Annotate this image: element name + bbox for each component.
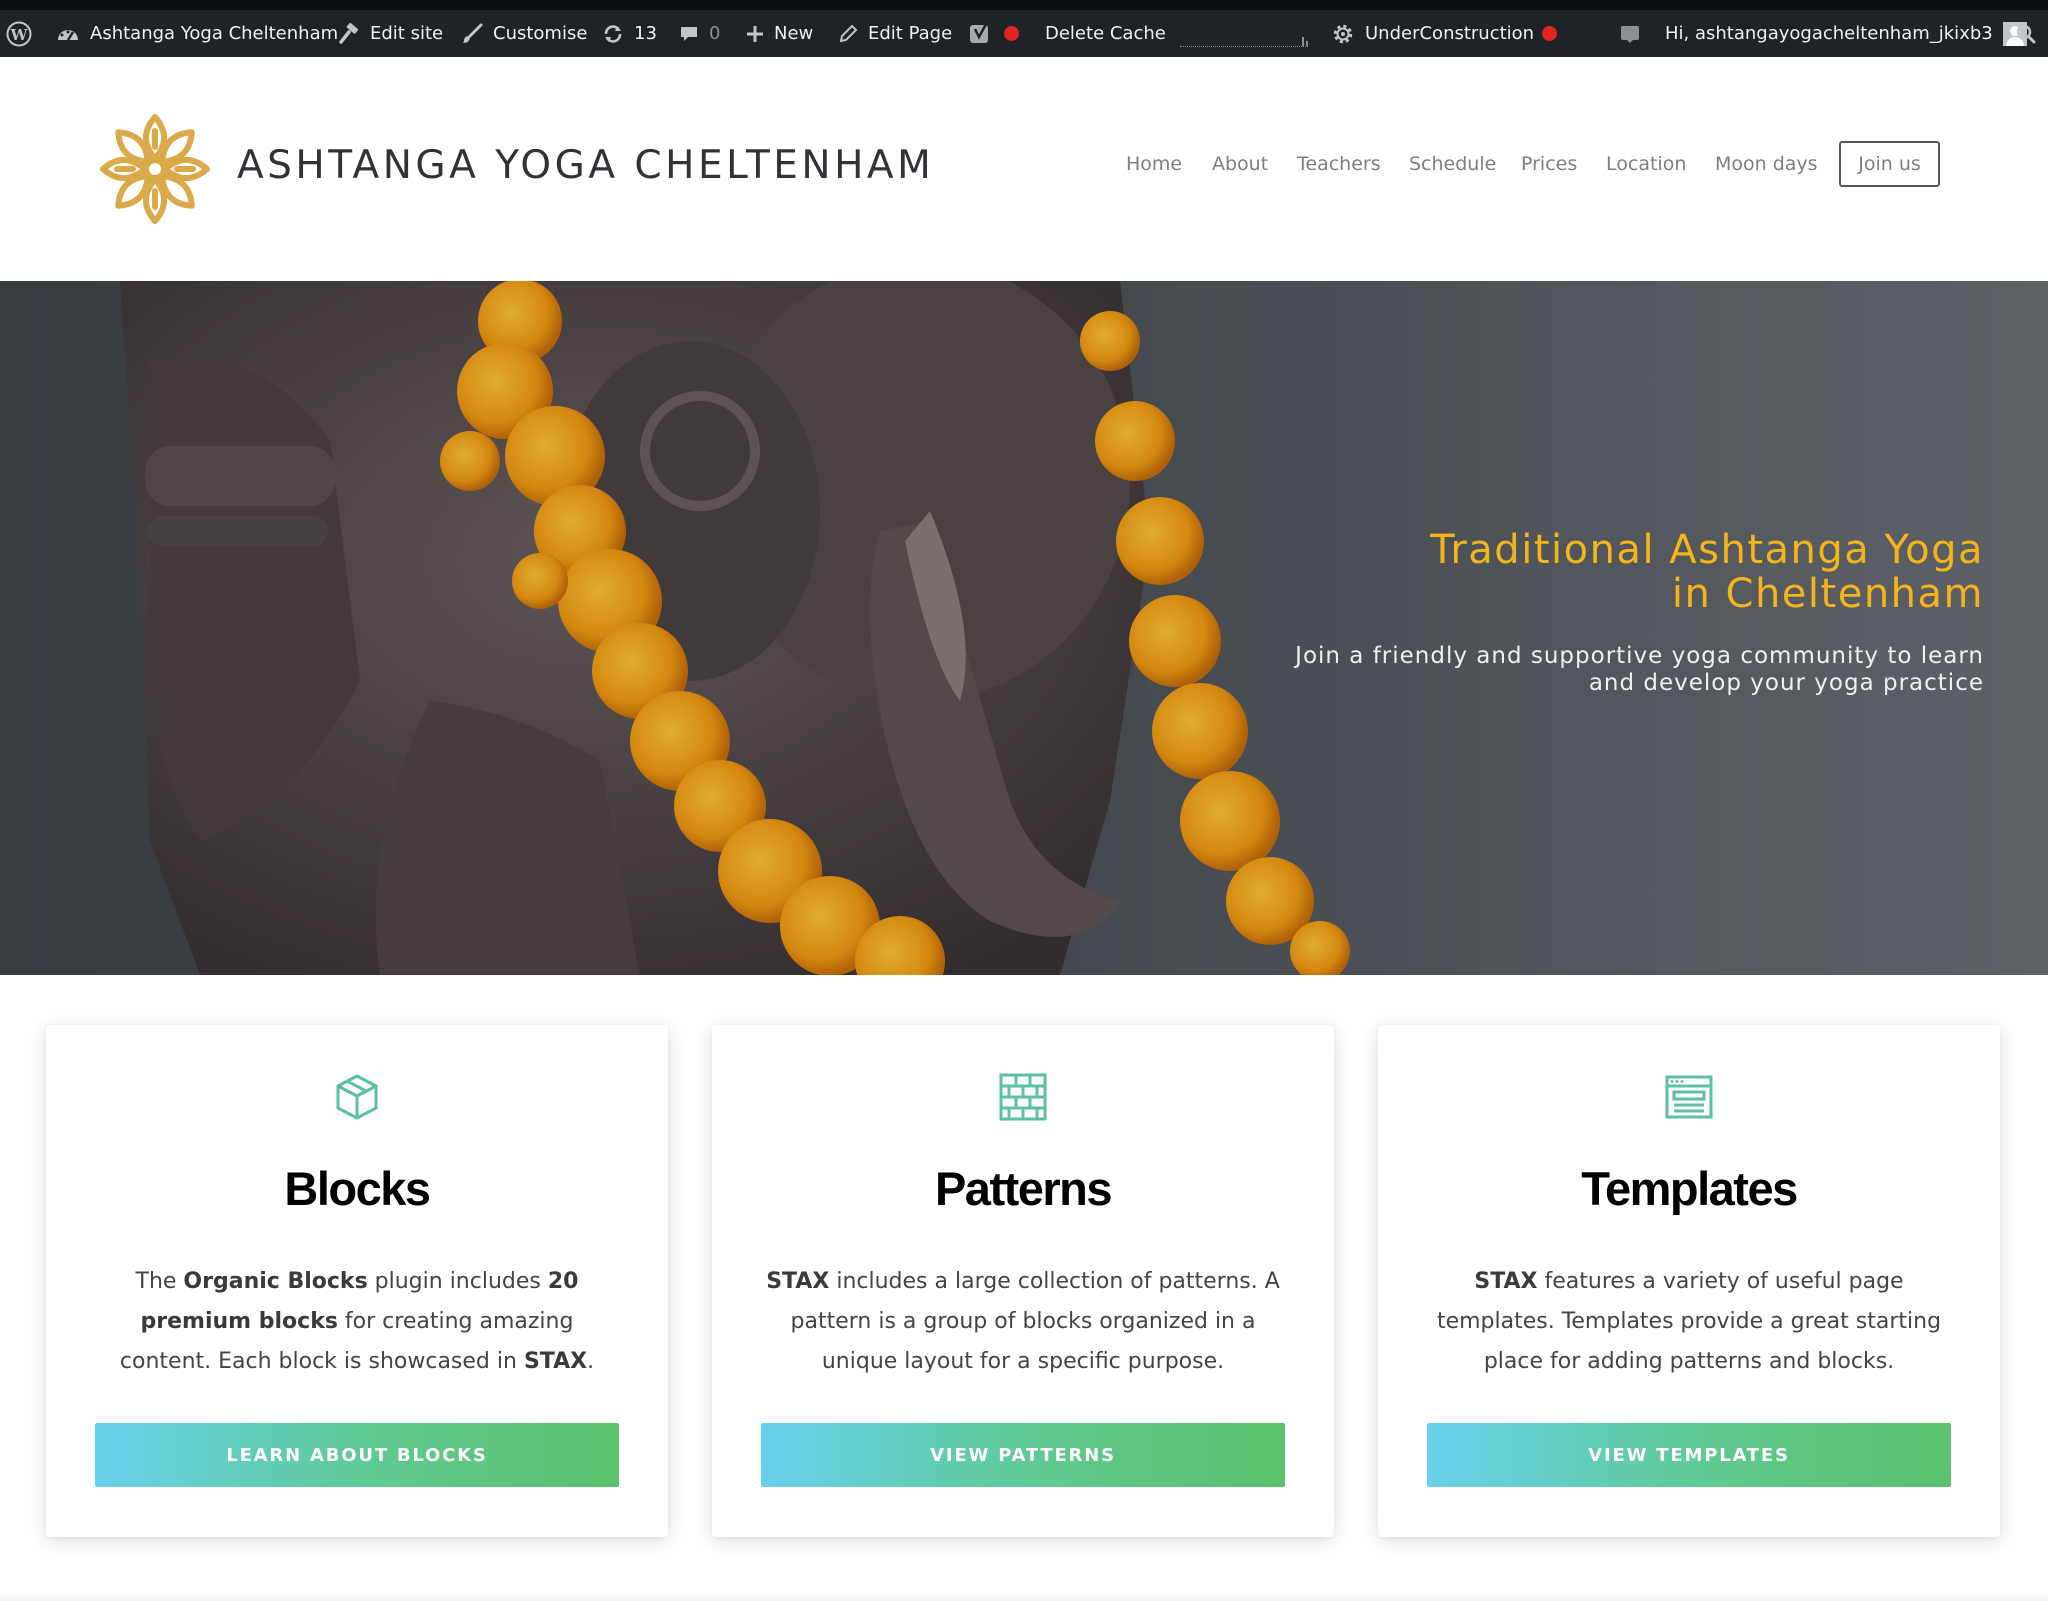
new-content-menu[interactable]: New	[746, 10, 813, 57]
nav-moon-days[interactable]: Moon days	[1715, 153, 1818, 175]
browser-window-icon	[1665, 1075, 1713, 1119]
edit-site-link[interactable]: Edit site	[338, 10, 443, 57]
delete-cache-label: Delete Cache	[1045, 23, 1166, 44]
bold-text: STAX	[1474, 1269, 1538, 1294]
under-construction-menu[interactable]: UnderConstruction	[1331, 10, 1558, 57]
site-name-menu[interactable]: Ashtanga Yoga Cheltenham	[56, 10, 338, 57]
card-title: Patterns	[934, 1162, 1113, 1215]
sparkline-bar	[1302, 37, 1304, 46]
nav-location[interactable]: Location	[1606, 153, 1686, 175]
site-name-label: Ashtanga Yoga Cheltenham	[90, 23, 339, 44]
feature-card-patterns: Patterns STAX includes a large collectio…	[712, 1025, 1334, 1537]
plus-icon	[747, 25, 763, 42]
hero-title-line: in Cheltenham	[1671, 571, 1984, 617]
edit-site-label: Edit site	[370, 23, 444, 44]
mandala-logo-icon[interactable]	[96, 105, 214, 233]
gear-icon	[1333, 24, 1353, 43]
view-templates-button[interactable]: VIEW TEMPLATES	[1427, 1423, 1951, 1487]
wordpress-logo-icon: W	[6, 21, 32, 46]
admin-bar: W Ashtanga Yoga Cheltenham Edit site Cus…	[0, 0, 2048, 57]
comment-icon	[681, 26, 697, 41]
search-icon	[2016, 24, 2036, 43]
feature-card-blocks: Blocks The Organic Blocks plugin include…	[46, 1025, 668, 1537]
greeting-label: Hi, ashtangayogacheltenham_jkixb3	[1665, 23, 1993, 44]
text-run: The	[135, 1269, 184, 1294]
bold-text: STAX	[766, 1269, 830, 1294]
wordpress-menu[interactable]: W	[6, 10, 32, 57]
edit-page-label: Edit Page	[868, 23, 953, 44]
comments-link[interactable]: 0	[679, 10, 720, 57]
site-header: ASHTANGA YOGA CHELTENHAM Home About Teac…	[0, 57, 2048, 281]
seo-menu[interactable]	[968, 10, 1019, 57]
delete-cache-link[interactable]: Delete Cache	[1045, 10, 1166, 57]
under-construction-label: UnderConstruction	[1365, 23, 1535, 44]
notifications-menu[interactable]	[1619, 10, 1641, 57]
learn-about-blocks-button[interactable]: LEARN ABOUT BLOCKS	[95, 1423, 619, 1487]
notification-icon	[1621, 25, 1639, 43]
yoast-icon	[970, 22, 988, 43]
card-title: Blocks	[284, 1162, 431, 1215]
hero-title: Traditional Ashtanga Yoga in Cheltenham	[1084, 528, 1984, 616]
card-description: STAX includes a large collection of patt…	[760, 1262, 1286, 1382]
construction-status-dot	[1542, 26, 1558, 41]
comments-count: 0	[709, 23, 721, 44]
customise-label: Customise	[493, 23, 588, 44]
bold-text: Organic Blocks	[183, 1269, 368, 1294]
site-title[interactable]: ASHTANGA YOGA CHELTENHAM	[237, 143, 934, 188]
text-run: includes a large collection of patterns.…	[790, 1269, 1280, 1374]
hero-title-line: Traditional Ashtanga Yoga	[1430, 527, 1984, 573]
updates-count: 13	[634, 23, 657, 44]
text-run: .	[587, 1349, 595, 1374]
nav-teachers[interactable]: Teachers	[1297, 153, 1381, 175]
edit-page-link[interactable]: Edit Page	[838, 10, 952, 57]
hero-banner: Traditional Ashtanga Yoga in Cheltenham …	[0, 281, 2048, 975]
feature-card-templates: Templates STAX features a variety of use…	[1378, 1025, 2000, 1537]
brick-wall-icon	[999, 1073, 1047, 1121]
nav-about[interactable]: About	[1212, 153, 1268, 175]
cube-icon	[336, 1074, 378, 1120]
nav-prices[interactable]: Prices	[1521, 153, 1577, 175]
hero-subtitle: Join a friendly and supportive yoga comm…	[1084, 643, 1984, 697]
nav-schedule[interactable]: Schedule	[1409, 153, 1496, 175]
bold-text: STAX	[523, 1349, 588, 1374]
section-divider	[0, 1592, 2048, 1601]
brush-icon	[463, 23, 483, 43]
hero-subtitle-line: Join a friendly and supportive yoga comm…	[1295, 643, 1984, 669]
nav-home[interactable]: Home	[1126, 153, 1182, 175]
refresh-icon	[604, 24, 622, 43]
view-patterns-button[interactable]: VIEW PATTERNS	[761, 1423, 1285, 1487]
sparkline-bar	[1306, 41, 1308, 46]
new-label: New	[774, 23, 814, 44]
svg-text:W: W	[10, 26, 29, 44]
join-us-button[interactable]: Join us	[1839, 141, 1940, 187]
admin-search-button[interactable]	[2015, 10, 2037, 57]
card-description: The Organic Blocks plugin includes 20 pr…	[94, 1262, 620, 1382]
customise-link[interactable]: Customise	[461, 10, 587, 57]
pencil-icon	[839, 24, 858, 42]
hammer-icon	[339, 22, 359, 44]
ganesha-statue-image	[0, 281, 2048, 975]
dashboard-icon	[58, 29, 78, 41]
account-menu[interactable]: Hi, ashtangayogacheltenham_jkixb3	[1665, 10, 2027, 57]
card-description: STAX features a variety of useful page t…	[1426, 1262, 1952, 1382]
hero-subtitle-line: and develop your yoga practice	[1588, 670, 1984, 696]
updates-link[interactable]: 13	[602, 10, 657, 57]
traffic-sparkline	[1180, 46, 1308, 47]
text-run: plugin includes	[367, 1269, 548, 1294]
seo-status-dot	[1004, 26, 1019, 41]
card-title: Templates	[1581, 1162, 1798, 1215]
